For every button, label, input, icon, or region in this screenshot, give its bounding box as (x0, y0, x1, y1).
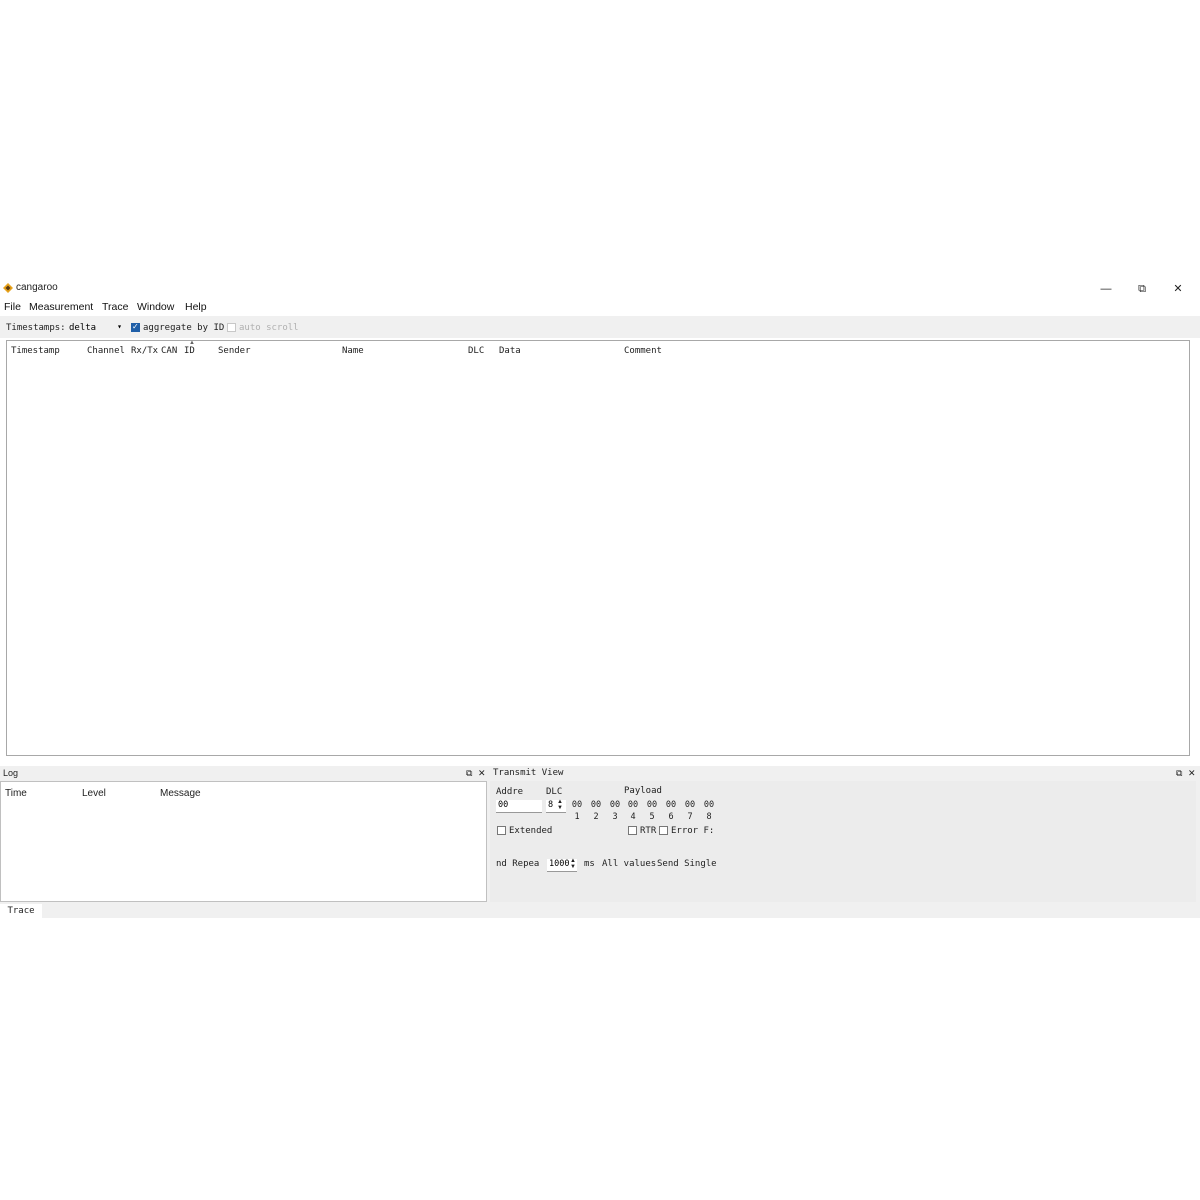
window-title: cangaroo (16, 282, 58, 293)
chevron-down-icon: ▾ (117, 322, 122, 331)
payload-byte-7[interactable]: 00 (682, 800, 698, 810)
dlc-spinbox[interactable]: 8 (546, 800, 566, 813)
col-timestamp[interactable]: Timestamp (11, 346, 60, 356)
col-dlc[interactable]: DLC (468, 346, 484, 356)
rtr-checkbox[interactable] (628, 826, 637, 835)
rtr-label: RTR (640, 826, 657, 836)
col-id[interactable]: ID (184, 346, 195, 356)
timestamps-combo[interactable]: delta ▾ (66, 321, 124, 335)
payload-byte-4[interactable]: 00 (625, 800, 641, 810)
log-table[interactable]: Time Level Message (0, 781, 487, 902)
payload-byte-5[interactable]: 00 (644, 800, 660, 810)
log-dock-title: Log (3, 768, 19, 778)
cangaroo-window: cangaroo — ⧉ ✕ File Measurement Trace Wi… (0, 280, 1200, 918)
byte-index-6: 6 (668, 812, 674, 822)
log-col-message[interactable]: Message (160, 788, 201, 799)
log-float-icon[interactable]: ⧉ (466, 768, 472, 779)
col-data[interactable]: Data (499, 346, 521, 356)
send-single-button[interactable]: Send Single (657, 859, 717, 869)
close-button[interactable]: ✕ (1160, 280, 1196, 298)
menu-bar: File Measurement Trace Window Help (0, 298, 1200, 316)
payload-byte-8[interactable]: 00 (701, 800, 717, 810)
byte-index-3: 3 (612, 812, 618, 822)
col-can[interactable]: CAN (161, 346, 177, 356)
dlc-label: DLC (546, 787, 563, 797)
send-repeat-button[interactable]: nd Repea (496, 859, 539, 869)
log-col-level[interactable]: Level (82, 788, 106, 799)
menu-trace[interactable]: Trace (102, 301, 128, 313)
address-input[interactable]: 00 (496, 800, 542, 813)
byte-index-2: 2 (593, 812, 599, 822)
aggregate-checkbox[interactable] (131, 322, 140, 332)
restore-button[interactable]: ⧉ (1124, 280, 1160, 298)
menu-window[interactable]: Window (137, 301, 174, 313)
byte-index-7: 7 (687, 812, 693, 822)
extended-label: Extended (509, 826, 553, 836)
log-col-time[interactable]: Time (5, 788, 27, 799)
timestamps-value: delta (69, 323, 97, 333)
menu-help[interactable]: Help (185, 301, 207, 313)
error-frame-checkbox[interactable] (659, 826, 668, 835)
payload-byte-6[interactable]: 00 (663, 800, 679, 810)
ms-label: ms (584, 859, 595, 869)
aggregate-label: aggregate by ID (143, 323, 225, 333)
col-channel[interactable]: Channel (87, 346, 125, 356)
timestamps-label: Timestamps: (6, 323, 66, 333)
byte-index-5: 5 (649, 812, 655, 822)
transmit-float-icon[interactable]: ⧉ (1176, 768, 1182, 779)
col-rxtx[interactable]: Rx/Tx (131, 346, 158, 356)
payload-label: Payload (624, 786, 662, 796)
transmit-dock-title: Transmit View (493, 768, 564, 778)
repeat-spin-arrows-icon[interactable]: ▲ ▼ (570, 858, 576, 870)
payload-byte-1[interactable]: 00 (569, 800, 585, 810)
byte-index-8: 8 (706, 812, 712, 822)
dlc-spin-arrows-icon[interactable]: ▲ ▼ (557, 799, 563, 811)
address-label: Addre (496, 787, 524, 797)
byte-index-4: 4 (630, 812, 636, 822)
payload-byte-3[interactable]: 00 (607, 800, 623, 810)
tab-trace[interactable]: Trace (0, 904, 42, 918)
menu-file[interactable]: File (4, 301, 21, 313)
extended-checkbox[interactable] (497, 826, 506, 835)
transmit-close-icon[interactable]: ✕ (1188, 768, 1196, 779)
title-bar: cangaroo — ⧉ ✕ (0, 280, 1200, 298)
minimize-button[interactable]: — (1088, 280, 1124, 298)
log-close-icon[interactable]: ✕ (478, 768, 486, 779)
all-values-button[interactable]: All values (602, 859, 656, 869)
kangaroo-app-icon (3, 283, 13, 293)
error-frame-label: Error F: (671, 826, 715, 836)
trace-table[interactable]: Timestamp Channel Rx/Tx CAN ▲ ID Sender … (6, 340, 1190, 756)
col-sender[interactable]: Sender (218, 346, 251, 356)
payload-byte-2[interactable]: 00 (588, 800, 604, 810)
menu-measurement[interactable]: Measurement (29, 301, 93, 313)
col-comment[interactable]: Comment (624, 346, 662, 356)
col-name[interactable]: Name (342, 346, 364, 356)
autoscroll-label: auto scroll (239, 323, 299, 333)
trace-toolbar: Timestamps: delta ▾ aggregate by ID auto… (0, 316, 1200, 338)
byte-index-1: 1 (574, 812, 580, 822)
autoscroll-checkbox[interactable] (227, 323, 236, 332)
